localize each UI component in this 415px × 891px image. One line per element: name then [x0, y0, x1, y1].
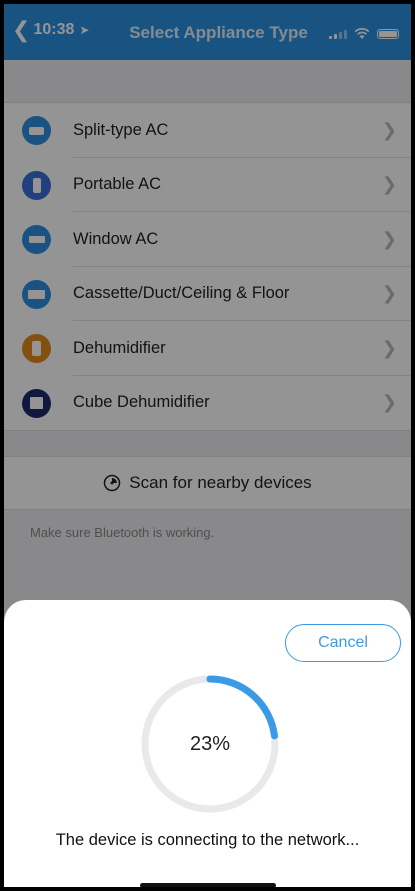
connecting-message: The device is connecting to the network.…: [55, 831, 360, 849]
home-indicator: [140, 883, 276, 887]
cancel-button[interactable]: Cancel: [285, 624, 401, 662]
progress-percent: 23%: [189, 732, 231, 755]
connecting-dialog: Cancel 23% The device is connecting to t…: [4, 600, 411, 887]
progress-ring: 23%: [138, 672, 282, 816]
app-screen: ❮ 10:38 ➤ Select Appliance Type Split-ty…: [4, 4, 411, 887]
